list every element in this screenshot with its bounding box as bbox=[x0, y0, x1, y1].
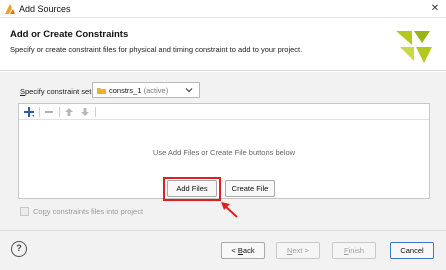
toolbar-separator bbox=[59, 107, 60, 117]
vivado-logo-icon bbox=[396, 31, 432, 63]
folder-icon bbox=[97, 88, 106, 94]
chevron-down-icon bbox=[185, 88, 193, 93]
cancel-button[interactable]: Cancel bbox=[390, 242, 434, 259]
constraint-set-name: constrs_1 bbox=[109, 86, 142, 95]
constraint-set-dropdown[interactable]: constrs_1 (active) bbox=[92, 82, 200, 98]
empty-files-hint: Use Add Files or Create File buttons bel… bbox=[152, 148, 296, 157]
close-button[interactable]: ✕ bbox=[424, 0, 446, 18]
constraint-set-value: constrs_1 (active) bbox=[109, 86, 168, 95]
files-toolbar bbox=[19, 104, 429, 120]
wizard-footer: ? < Back Next > Finish Cancel bbox=[0, 230, 446, 270]
arrow-down-icon[interactable] bbox=[79, 106, 91, 118]
constraint-set-active-tag: (active) bbox=[143, 86, 169, 95]
page-subtitle: Specify or create constraint files for p… bbox=[10, 45, 303, 54]
constraint-files-panel: Use Add Files or Create File buttons bel… bbox=[18, 103, 430, 199]
constraint-set-label: Specify constraint set: bbox=[20, 87, 93, 96]
wizard-header: Add or Create Constraints Specify or cre… bbox=[0, 19, 446, 71]
highlight-annotation bbox=[163, 177, 221, 201]
app-logo-icon bbox=[5, 4, 15, 14]
create-file-button[interactable]: Create File bbox=[225, 180, 275, 197]
title-bar: Add Sources ✕ bbox=[0, 0, 446, 18]
wizard-content: Specify constraint set: constrs_1 (activ… bbox=[0, 72, 446, 230]
toolbar-separator bbox=[95, 107, 96, 117]
page-title: Add or Create Constraints bbox=[10, 29, 129, 40]
constraint-set-label-text: pecify constraint set: bbox=[25, 87, 94, 96]
minus-icon[interactable] bbox=[43, 106, 55, 118]
copy-constraints-label: Copy constraints files into project bbox=[33, 207, 143, 216]
copy-label-after: y constraints files into project bbox=[46, 207, 144, 216]
copy-label-before: Co bbox=[33, 207, 43, 216]
finish-button[interactable]: Finish bbox=[332, 242, 376, 259]
copy-constraints-checkbox[interactable] bbox=[20, 207, 29, 216]
next-button[interactable]: Next > bbox=[276, 242, 320, 259]
back-button[interactable]: < Back bbox=[221, 242, 265, 259]
help-button[interactable]: ? bbox=[11, 241, 27, 257]
finish-suffix: inish bbox=[348, 246, 365, 255]
pointer-arrow-icon bbox=[221, 202, 238, 218]
plus-icon[interactable] bbox=[23, 106, 35, 118]
window-title: Add Sources bbox=[19, 4, 71, 14]
back-suffix: ack bbox=[242, 246, 255, 255]
next-suffix: ext > bbox=[292, 246, 309, 255]
toolbar-separator bbox=[39, 107, 40, 117]
arrow-up-icon[interactable] bbox=[63, 106, 75, 118]
